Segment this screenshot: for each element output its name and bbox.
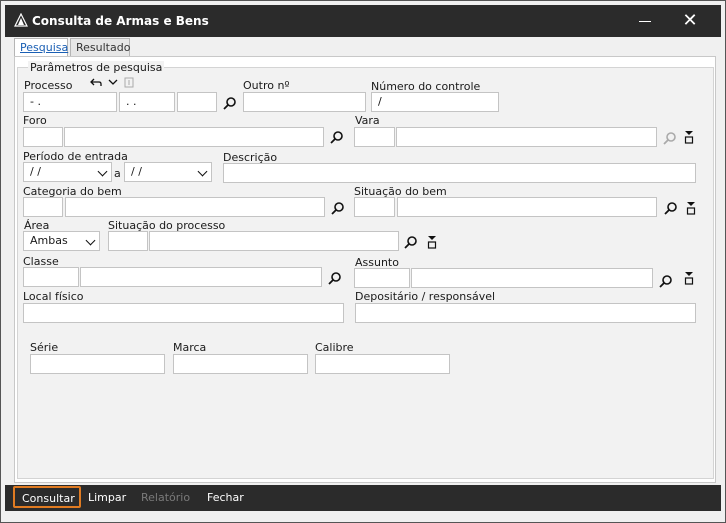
tab-pesquisa[interactable]: Pesquisa: [14, 38, 68, 57]
chevron-down-icon[interactable]: [108, 78, 118, 86]
area-select[interactable]: Ambas: [23, 231, 100, 251]
periodo-separator: a: [114, 167, 121, 180]
eraser-icon[interactable]: [684, 271, 694, 285]
consultar-button[interactable]: Consultar: [13, 486, 81, 508]
consultar-label: Consultar: [22, 492, 75, 505]
local-fisico-input[interactable]: [23, 303, 344, 323]
undo-icon[interactable]: [90, 77, 102, 87]
assunto-code-input[interactable]: [354, 268, 410, 288]
minimize-icon[interactable]: [635, 13, 655, 29]
button-bar: Consultar Limpar Relatório Fechar: [5, 485, 721, 511]
close-icon[interactable]: ✕: [681, 12, 699, 30]
categoria-code-input[interactable]: [23, 197, 63, 217]
classe-name-input[interactable]: [80, 267, 322, 287]
search-icon[interactable]: [659, 274, 673, 288]
app-logo-icon: [14, 13, 28, 27]
search-icon[interactable]: [223, 96, 237, 110]
tab-pesquisa-label: Pesquisa: [20, 41, 69, 54]
search-icon[interactable]: [328, 271, 342, 285]
search-icon: [663, 132, 676, 145]
title-bar: Consulta de Armas e Bens ✕: [5, 5, 721, 37]
vara-name-input[interactable]: [396, 127, 657, 147]
vara-label: Vara: [355, 114, 380, 127]
marca-input[interactable]: [173, 354, 308, 374]
situacao-processo-code-input[interactable]: [108, 231, 148, 251]
eraser-icon[interactable]: [427, 235, 437, 249]
situacao-bem-code-input[interactable]: [354, 197, 395, 217]
vara-code-input[interactable]: [354, 127, 395, 147]
search-icon[interactable]: [331, 201, 345, 215]
descricao-input[interactable]: [223, 163, 696, 183]
foro-label: Foro: [23, 114, 47, 127]
marca-label: Marca: [173, 341, 207, 354]
serie-input[interactable]: [30, 354, 165, 374]
categoria-name-input[interactable]: [65, 197, 325, 217]
foro-code-input[interactable]: [23, 127, 63, 147]
assunto-name-input[interactable]: [411, 268, 653, 288]
tab-resultado-label: Resultado: [76, 41, 131, 54]
foro-name-input[interactable]: [64, 127, 324, 147]
periodo-from-value: / /: [30, 165, 41, 178]
processo-part3-input[interactable]: [177, 92, 217, 112]
local-fisico-label: Local físico: [23, 290, 84, 303]
situacao-processo-name-input[interactable]: [149, 231, 399, 251]
search-icon[interactable]: [664, 201, 678, 215]
periodo-to-value: / /: [131, 165, 142, 178]
periodo-to-select[interactable]: / /: [124, 162, 212, 182]
periodo-from-select[interactable]: / /: [23, 162, 112, 182]
relatorio-button: Relatório: [141, 491, 191, 504]
tab-resultado[interactable]: Resultado: [70, 38, 130, 57]
group-legend: Parâmetros de pesquisa: [28, 61, 165, 74]
classe-code-input[interactable]: [23, 267, 79, 287]
eraser-icon[interactable]: [686, 201, 696, 215]
outro-numero-label: Outro nº: [243, 79, 290, 92]
eraser-icon[interactable]: [684, 130, 694, 144]
situacao-bem-name-input[interactable]: [397, 197, 657, 217]
outro-numero-input[interactable]: [243, 92, 366, 112]
processo-part1-input[interactable]: - .: [23, 92, 117, 112]
depositario-label: Depositário / responsável: [355, 290, 496, 303]
limpar-button[interactable]: Limpar: [88, 491, 126, 504]
window-title: Consulta de Armas e Bens: [32, 14, 209, 28]
calibre-label: Calibre: [315, 341, 354, 354]
numero-controle-input[interactable]: /: [371, 92, 499, 112]
info-icon: [124, 77, 134, 88]
search-icon[interactable]: [330, 130, 344, 144]
depositario-input[interactable]: [355, 303, 696, 323]
processo-part2-input[interactable]: . .: [119, 92, 175, 112]
area-value: Ambas: [30, 234, 68, 247]
calibre-input[interactable]: [315, 354, 450, 374]
fechar-button[interactable]: Fechar: [207, 491, 244, 504]
search-icon[interactable]: [404, 235, 418, 249]
serie-label: Série: [30, 341, 59, 354]
processo-label: Processo: [24, 79, 73, 92]
